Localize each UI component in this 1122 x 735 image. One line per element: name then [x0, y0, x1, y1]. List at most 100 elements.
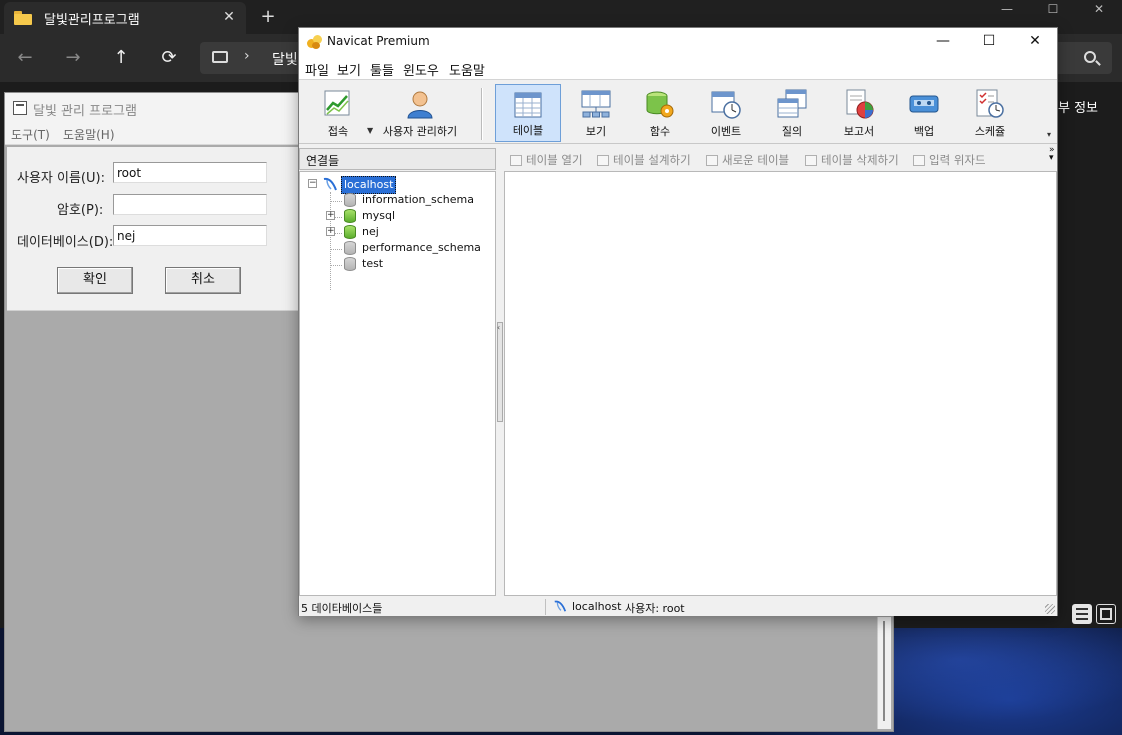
connection-tree: − localhost information_schema + mysql +… — [299, 171, 496, 596]
cancel-button[interactable]: 취소 — [165, 267, 241, 294]
connect-icon — [324, 90, 350, 116]
tree-item-localhost[interactable]: − localhost — [300, 176, 490, 194]
toolbar-query[interactable]: 질의 — [761, 84, 823, 142]
username-field[interactable] — [113, 162, 267, 183]
tree-item-database[interactable]: test — [300, 256, 490, 272]
database-field[interactable] — [113, 225, 267, 246]
toolbar-function[interactable]: 함수 — [629, 84, 691, 142]
toolbar-report[interactable]: 보고서 — [827, 84, 891, 142]
tree-item-database[interactable]: + mysql — [300, 208, 490, 224]
username-label: 사용자 이름(U): — [17, 171, 105, 186]
expand-icon[interactable]: + — [326, 227, 335, 236]
address-bar[interactable]: › 달빛 — [200, 42, 310, 74]
navicat-logo-icon — [307, 34, 323, 50]
navicat-maximize-button[interactable]: ☐ — [967, 30, 1011, 54]
expand-icon[interactable]: + — [326, 211, 335, 220]
explorer-tab-title: 달빛관리프로그램 — [44, 13, 140, 28]
password-label: 암호(P): — [57, 203, 104, 218]
menu-view[interactable]: 보기 — [337, 60, 361, 79]
menu-file[interactable]: 파일 — [305, 60, 329, 79]
query-icon — [777, 89, 807, 118]
delete-table-button[interactable]: 테이블 삭제하기 — [805, 152, 899, 168]
password-field[interactable] — [113, 194, 267, 215]
tree-item-database[interactable]: + nej — [300, 224, 490, 240]
navicat-title-bar: Navicat Premium — ☐ ✕ — [299, 28, 1057, 56]
details-pane-text: 부 정보 — [1058, 101, 1099, 116]
schedule-icon — [976, 89, 1004, 118]
tree-item-database[interactable]: performance_schema — [300, 240, 490, 256]
object-toolbar: 테이블 열기 테이블 설계하기 새로운 테이블 테이블 삭제하기 입력 위자드 — [504, 148, 1049, 170]
explorer-minimize-button[interactable]: — — [984, 0, 1030, 20]
import-wizard-icon — [913, 155, 925, 166]
navicat-main-toolbar: 접속 ▼ 사용자 관리하기 테이블 보기 함수 이벤트 질의 보고서 백업 스케… — [299, 82, 1057, 144]
computer-icon — [212, 51, 228, 63]
object-list-pane[interactable] — [504, 171, 1057, 596]
database-icon — [344, 241, 356, 255]
menu-tools[interactable]: 툴들 — [370, 60, 394, 79]
ok-button[interactable]: 확인 — [57, 267, 133, 294]
toolbar-backup[interactable]: 백업 — [893, 84, 955, 142]
app-scrollbar[interactable] — [877, 617, 891, 729]
object-toolbar-overflow-icon[interactable]: » ▾ — [1049, 146, 1055, 163]
design-table-button[interactable]: 테이블 설계하기 — [597, 152, 691, 168]
new-table-button[interactable]: 새로운 테이블 — [706, 152, 789, 168]
toolbar-connect[interactable]: 접속 — [307, 84, 369, 142]
user-icon — [407, 91, 433, 119]
database-icon — [344, 193, 356, 207]
forward-arrow-icon[interactable]: → — [58, 44, 88, 72]
database-icon — [344, 257, 356, 271]
refresh-icon[interactable]: ⟳ — [154, 44, 184, 72]
app-title: 달빛 관리 프로그램 — [33, 104, 137, 119]
connect-dropdown-icon[interactable]: ▼ — [367, 126, 373, 135]
menu-help[interactable]: 도움말(H) — [63, 126, 115, 143]
database-icon — [344, 209, 356, 223]
navicat-close-button[interactable]: ✕ — [1013, 30, 1057, 54]
explorer-close-button[interactable]: ✕ — [1076, 0, 1122, 20]
status-connection: localhost — [572, 600, 622, 613]
tree-label: nej — [362, 225, 379, 238]
tree-label: performance_schema — [362, 241, 481, 254]
mysql-connection-icon — [323, 177, 337, 191]
navicat-menu-bar: 파일 보기 툴들 윈도우 도움말 — [299, 56, 1057, 80]
open-table-button[interactable]: 테이블 열기 — [510, 152, 583, 168]
new-tab-button[interactable]: + — [256, 4, 280, 30]
navicat-title: Navicat Premium — [327, 34, 430, 48]
up-arrow-icon[interactable]: ↑ — [106, 44, 136, 72]
collapse-icon[interactable]: − — [308, 179, 317, 188]
resize-grip-icon[interactable] — [1045, 604, 1055, 614]
chevron-right-icon[interactable]: › — [244, 48, 250, 64]
explorer-tab[interactable]: 달빛관리프로그램 ✕ — [4, 2, 246, 34]
import-wizard-button[interactable]: 입력 위자드 — [913, 152, 986, 168]
delete-table-icon — [805, 155, 817, 166]
status-user: 사용자: root — [625, 602, 685, 615]
status-connection-icon — [554, 600, 567, 612]
navicat-minimize-button[interactable]: — — [921, 30, 965, 54]
details-view-icon[interactable] — [1072, 604, 1092, 624]
new-table-icon — [706, 155, 718, 166]
navicat-window: Navicat Premium — ☐ ✕ 파일 보기 툴들 윈도우 도움말 접… — [298, 27, 1058, 616]
view-icon — [581, 90, 611, 118]
tree-item-database[interactable]: information_schema — [300, 192, 490, 208]
table-icon — [514, 92, 542, 118]
open-table-icon — [510, 155, 522, 166]
menu-tools[interactable]: 도구(T) — [11, 126, 50, 143]
pane-splitter[interactable]: ‹ — [497, 322, 503, 422]
tiles-view-icon[interactable] — [1096, 604, 1116, 624]
address-text: 달빛 — [272, 52, 298, 68]
tab-close-icon[interactable]: ✕ — [218, 6, 240, 28]
menu-help[interactable]: 도움말 — [449, 60, 485, 79]
explorer-maximize-button[interactable]: ☐ — [1030, 0, 1076, 20]
menu-window[interactable]: 윈도우 — [403, 60, 439, 79]
toolbar-table[interactable]: 테이블 — [495, 84, 561, 142]
tree-label: test — [362, 257, 384, 270]
app-window-icon — [13, 101, 27, 115]
toolbar-schedule[interactable]: 스케쥴 — [959, 84, 1021, 142]
back-arrow-icon[interactable]: ← — [10, 44, 40, 72]
toolbar-event[interactable]: 이벤트 — [695, 84, 757, 142]
toolbar-user-management[interactable]: 사용자 관리하기 — [375, 84, 465, 142]
tree-label: information_schema — [362, 193, 474, 206]
toolbar-view[interactable]: 보기 — [565, 84, 627, 142]
event-icon — [711, 91, 741, 119]
function-icon — [646, 91, 674, 118]
toolbar-overflow-icon[interactable]: ▾ — [1047, 130, 1051, 139]
